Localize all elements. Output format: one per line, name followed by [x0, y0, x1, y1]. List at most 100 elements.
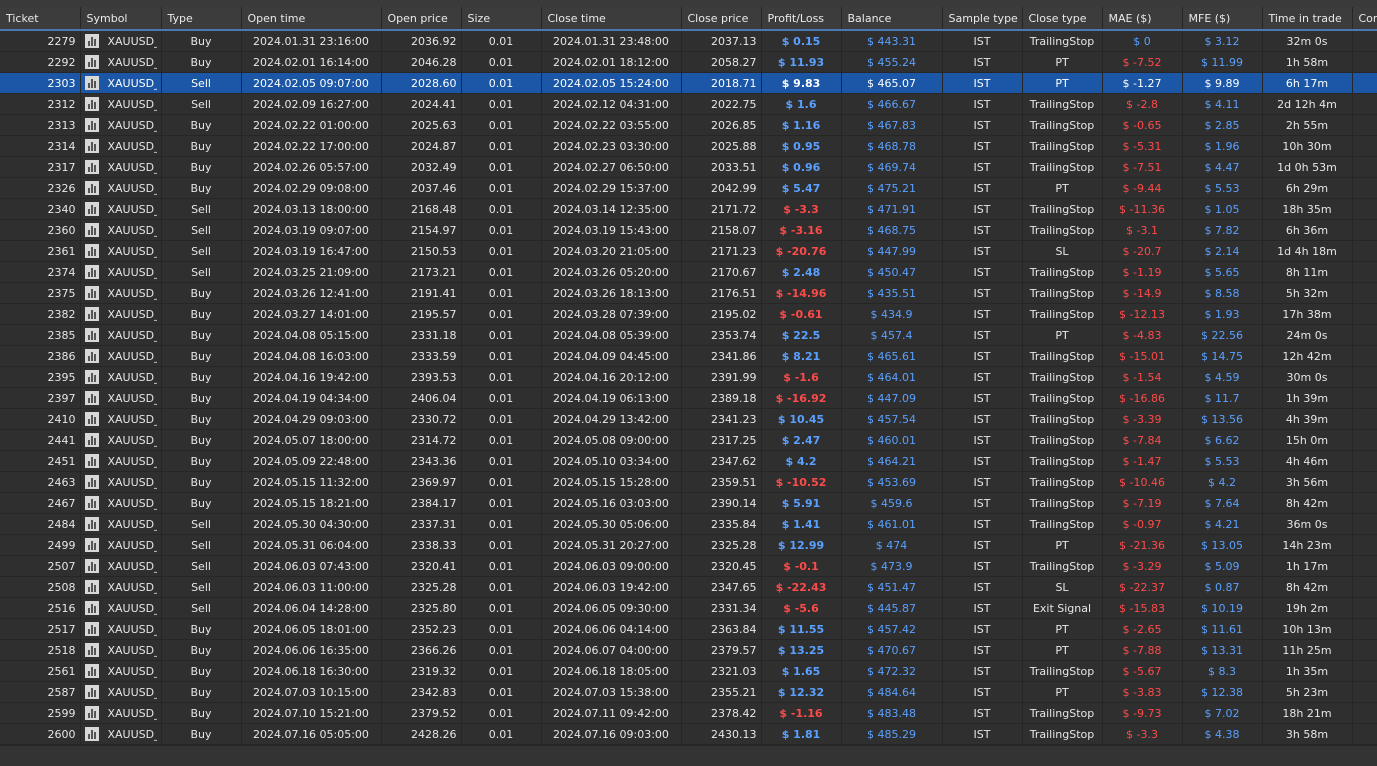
chart-icon[interactable]	[84, 349, 99, 363]
col-header-mfe[interactable]: MFE ($)	[1182, 7, 1263, 31]
chart-icon[interactable]	[84, 580, 99, 594]
table-row[interactable]: 2303XAUUSD_TI...Sell2024.02.05 09:07:002…	[0, 72, 1377, 94]
table-row[interactable]: 2410XAUUSD_TI...Buy2024.04.29 09:03:0023…	[0, 408, 1377, 430]
table-row[interactable]: 2326XAUUSD_TI...Buy2024.02.29 09:08:0020…	[0, 177, 1377, 199]
table-row[interactable]: 2340XAUUSD_TI...Sell2024.03.13 18:00:002…	[0, 198, 1377, 220]
chart-icon[interactable]	[84, 559, 99, 573]
table-row[interactable]: 2292XAUUSD_TI...Buy2024.02.01 16:14:0020…	[0, 51, 1377, 73]
table-row[interactable]: 2313XAUUSD_TI...Buy2024.02.22 01:00:0020…	[0, 114, 1377, 136]
table-row[interactable]: 2508XAUUSD_TI...Sell2024.06.03 11:00:002…	[0, 576, 1377, 598]
table-row[interactable]: 2317XAUUSD_TI...Buy2024.02.26 05:57:0020…	[0, 156, 1377, 178]
table-row[interactable]: 2463XAUUSD_TI...Buy2024.05.15 11:32:0023…	[0, 471, 1377, 493]
table-row[interactable]: 2360XAUUSD_TI...Sell2024.03.19 09:07:002…	[0, 219, 1377, 241]
table-row[interactable]: 2361XAUUSD_TI...Sell2024.03.19 16:47:002…	[0, 240, 1377, 262]
chart-icon[interactable]	[84, 181, 99, 195]
table-row[interactable]: 2382XAUUSD_TI...Buy2024.03.27 14:01:0021…	[0, 303, 1377, 325]
cell-time-in-trade: 8h 42m	[1262, 576, 1353, 598]
table-row[interactable]: 2375XAUUSD_TI...Buy2024.03.26 12:41:0021…	[0, 282, 1377, 304]
chart-icon[interactable]	[84, 55, 99, 69]
table-row[interactable]: 2385XAUUSD_TI...Buy2024.04.08 05:15:0023…	[0, 324, 1377, 346]
table-row[interactable]: 2516XAUUSD_TI...Sell2024.06.04 14:28:002…	[0, 597, 1377, 619]
chart-icon[interactable]	[84, 433, 99, 447]
col-header-symbol[interactable]: Symbol	[80, 7, 162, 31]
chart-icon[interactable]	[84, 412, 99, 426]
table-row[interactable]: 2467XAUUSD_TI...Buy2024.05.15 18:21:0023…	[0, 492, 1377, 514]
col-header-close-time[interactable]: Close time	[541, 7, 682, 31]
chart-icon[interactable]	[84, 76, 99, 90]
table-row[interactable]: 2484XAUUSD_TI...Sell2024.05.30 04:30:002…	[0, 513, 1377, 535]
cell-comment	[1352, 240, 1377, 262]
col-header-close-price[interactable]: Close price	[681, 7, 762, 31]
symbol-text: XAUUSD_TI...	[107, 34, 157, 48]
cell-size: 0.01	[461, 93, 542, 115]
table-row[interactable]: 2600XAUUSD_TI...Buy2024.07.16 05:05:0024…	[0, 723, 1377, 745]
col-header-size[interactable]: Size	[461, 7, 542, 31]
col-header-time-in-trade[interactable]: Time in trade	[1262, 7, 1353, 31]
col-header-close-type[interactable]: Close type	[1022, 7, 1103, 31]
chart-icon[interactable]	[84, 160, 99, 174]
cell-balance: $ 453.69	[841, 471, 943, 493]
chart-icon[interactable]	[84, 601, 99, 615]
chart-icon[interactable]	[84, 475, 99, 489]
cell-size: 0.01	[461, 450, 542, 472]
chart-icon[interactable]	[84, 517, 99, 531]
col-header-mae[interactable]: MAE ($)	[1102, 7, 1183, 31]
cell-open-price: 2337.31	[381, 513, 462, 535]
chart-icon[interactable]	[84, 286, 99, 300]
cell-mfe: $ 2.85	[1182, 114, 1263, 136]
cell-comment	[1352, 597, 1377, 619]
chart-icon[interactable]	[84, 727, 99, 741]
chart-icon[interactable]	[84, 496, 99, 510]
symbol-wrapper: XAUUSD_TI...	[84, 682, 157, 702]
col-header-profit-loss[interactable]: Profit/Loss	[761, 7, 842, 31]
chart-icon[interactable]	[84, 223, 99, 237]
table-row[interactable]: 2312XAUUSD_TI...Sell2024.02.09 16:27:002…	[0, 93, 1377, 115]
chart-icon[interactable]	[84, 139, 99, 153]
chart-icon[interactable]	[84, 391, 99, 405]
table-row[interactable]: 2451XAUUSD_TI...Buy2024.05.09 22:48:0023…	[0, 450, 1377, 472]
chart-icon[interactable]	[84, 370, 99, 384]
col-header-sample-type[interactable]: Sample type	[942, 7, 1023, 31]
table-row[interactable]: 2599XAUUSD_TI...Buy2024.07.10 15:21:0023…	[0, 702, 1377, 724]
chart-icon[interactable]	[84, 706, 99, 720]
table-row[interactable]: 2499XAUUSD_TI...Sell2024.05.31 06:04:002…	[0, 534, 1377, 556]
cell-open-price: 2325.80	[381, 597, 462, 619]
chart-icon[interactable]	[84, 328, 99, 342]
chart-icon[interactable]	[84, 244, 99, 258]
col-header-balance[interactable]: Balance	[841, 7, 943, 31]
chart-icon[interactable]	[84, 202, 99, 216]
cell-sample-type: IST	[942, 135, 1023, 157]
table-row[interactable]: 2279XAUUSD_TI...Buy2024.01.31 23:16:0020…	[0, 30, 1377, 52]
chart-icon[interactable]	[84, 97, 99, 111]
table-row[interactable]: 2314XAUUSD_TI...Buy2024.02.22 17:00:0020…	[0, 135, 1377, 157]
chart-icon[interactable]	[84, 664, 99, 678]
cell-mfe: $ 4.38	[1182, 723, 1263, 745]
col-header-comment[interactable]: Com	[1352, 7, 1377, 31]
table-row[interactable]: 2587XAUUSD_TI...Buy2024.07.03 10:15:0023…	[0, 681, 1377, 703]
table-row[interactable]: 2518XAUUSD_TI...Buy2024.06.06 16:35:0023…	[0, 639, 1377, 661]
symbol-text: XAUUSD_TI...	[107, 118, 157, 132]
table-row[interactable]: 2517XAUUSD_TI...Buy2024.06.05 18:01:0023…	[0, 618, 1377, 640]
col-header-open-time[interactable]: Open time	[241, 7, 382, 31]
chart-icon[interactable]	[84, 307, 99, 321]
table-row[interactable]: 2374XAUUSD_TI...Sell2024.03.25 21:09:002…	[0, 261, 1377, 283]
chart-icon[interactable]	[84, 685, 99, 699]
chart-icon[interactable]	[84, 34, 99, 48]
chart-icon[interactable]	[84, 622, 99, 636]
table-row[interactable]: 2441XAUUSD_TI...Buy2024.05.07 18:00:0023…	[0, 429, 1377, 451]
col-header-ticket[interactable]: Ticket	[0, 7, 81, 31]
table-row[interactable]: 2561XAUUSD_TI...Buy2024.06.18 16:30:0023…	[0, 660, 1377, 682]
chart-icon[interactable]	[84, 643, 99, 657]
col-header-type[interactable]: Type	[161, 7, 242, 31]
cell-ticket: 2317	[0, 156, 81, 178]
table-row[interactable]: 2507XAUUSD_TI...Sell2024.06.03 07:43:002…	[0, 555, 1377, 577]
chart-icon[interactable]	[84, 118, 99, 132]
cell-close-type: TrailingStop	[1022, 219, 1103, 241]
table-row[interactable]: 2386XAUUSD_TI...Buy2024.04.08 16:03:0023…	[0, 345, 1377, 367]
col-header-open-price[interactable]: Open price	[381, 7, 462, 31]
chart-icon[interactable]	[84, 454, 99, 468]
table-row[interactable]: 2397 XAUUSD_TI... Buy2024.04.19 04:34:0024…	[0, 387, 1377, 409]
table-row[interactable]: 2395XAUUSD_TI...Buy2024.04.16 19:42:0023…	[0, 366, 1377, 388]
chart-icon[interactable]	[84, 538, 99, 552]
chart-icon[interactable]	[84, 265, 99, 279]
